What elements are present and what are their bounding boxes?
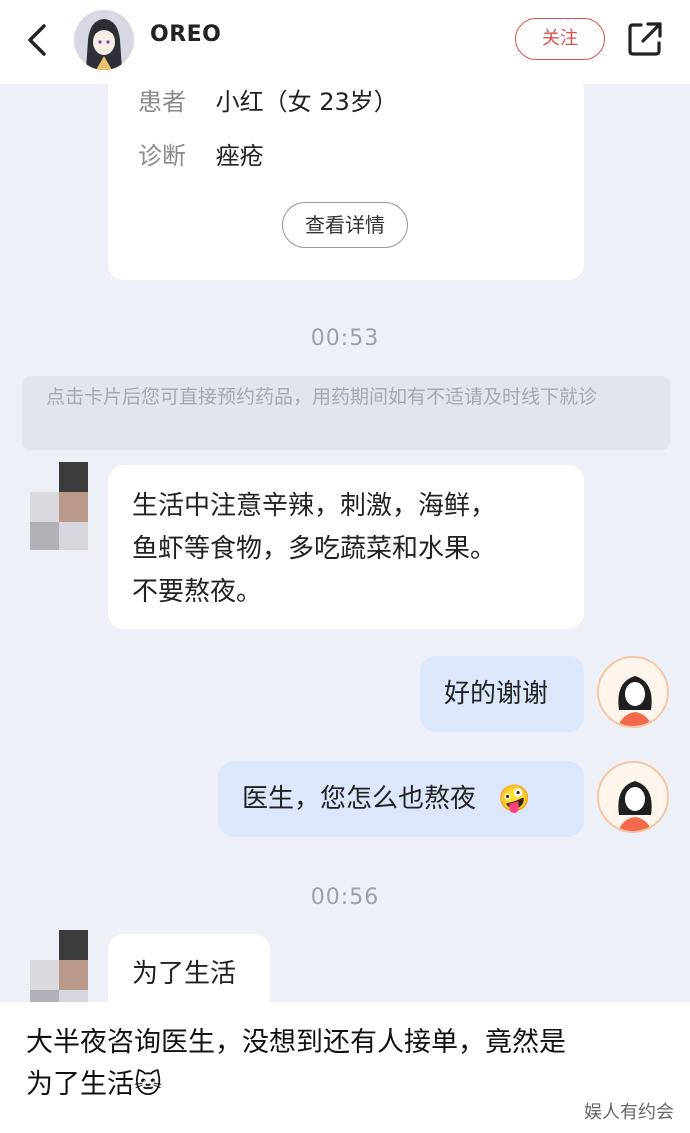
message-text: 为了生活 [132,959,237,989]
anime-avatar-icon [74,10,134,70]
message-line: 鱼虾等食物，多吃蔬菜和水果。 [132,534,497,564]
share-icon[interactable] [626,20,664,58]
doctor-message-bubble[interactable]: 生活中注意辛辣，刺激，海鲜， 鱼虾等食物，多吃蔬菜和水果。 不要熬夜。 [108,465,584,629]
top-bar: OREO 关注 [0,0,690,84]
user-avatar[interactable] [597,761,669,833]
user-message-bubble[interactable]: 医生，您怎么也熬夜 🤪 [218,761,584,837]
follow-button[interactable]: 关注 [515,18,605,60]
message-text: 好的谢谢 [444,679,549,709]
diagnosis-value: 痤疮 [215,142,264,170]
female-avatar-icon [618,781,652,831]
zany-face-emoji-icon: 🤪 [498,784,531,814]
doctor-message-bubble[interactable]: 为了生活 [108,934,270,1002]
chat-area[interactable]: 患者 小红（女 23岁） 诊断 痤疮 查看详情 00:53 点击卡片后您可直接预… [0,84,690,1002]
timestamp: 00:56 [310,885,380,910]
timestamp: 00:53 [310,326,380,351]
notice-banner: 点击卡片后您可直接预约药品，用药期间如有不适请及时线下就诊 [22,376,670,450]
message-text: 医生，您怎么也熬夜 [242,784,477,814]
message-line: 生活中注意辛辣，刺激，海鲜， [132,491,497,521]
username: OREO [150,22,222,47]
prescription-card[interactable]: 患者 小红（女 23岁） 诊断 痤疮 查看详情 [108,84,584,280]
patient-value: 小红（女 23岁） [215,88,398,116]
profile-avatar[interactable] [74,10,134,70]
doctor-avatar-blurred-icon[interactable] [30,930,88,1002]
doctor-avatar-blurred-icon[interactable] [30,462,88,550]
diagnosis-row: 诊断 痤疮 [138,136,264,171]
view-details-button[interactable]: 查看详情 [282,202,408,248]
diagnosis-label: 诊断 [138,142,186,170]
caption-line-2: 为了生活🐱 [26,1064,666,1106]
patient-row: 患者 小红（女 23岁） [138,84,398,117]
post-caption: 大半夜咨询医生，没想到还有人接单，竟然是 为了生活🐱 [26,1022,666,1106]
female-avatar-icon [618,676,652,726]
user-message-bubble[interactable]: 好的谢谢 [420,656,584,732]
message-line: 不要熬夜。 [132,577,263,607]
user-avatar[interactable] [597,656,669,728]
caption-line: 为了生活 [26,1069,134,1100]
watermark: 娱人有约会 [584,1102,674,1123]
patient-label: 患者 [138,88,186,116]
cat-emoji-icon: 🐱 [134,1069,163,1100]
caption-line: 大半夜咨询医生，没想到还有人接单，竟然是 [26,1027,566,1058]
back-chevron-icon[interactable] [24,22,54,58]
